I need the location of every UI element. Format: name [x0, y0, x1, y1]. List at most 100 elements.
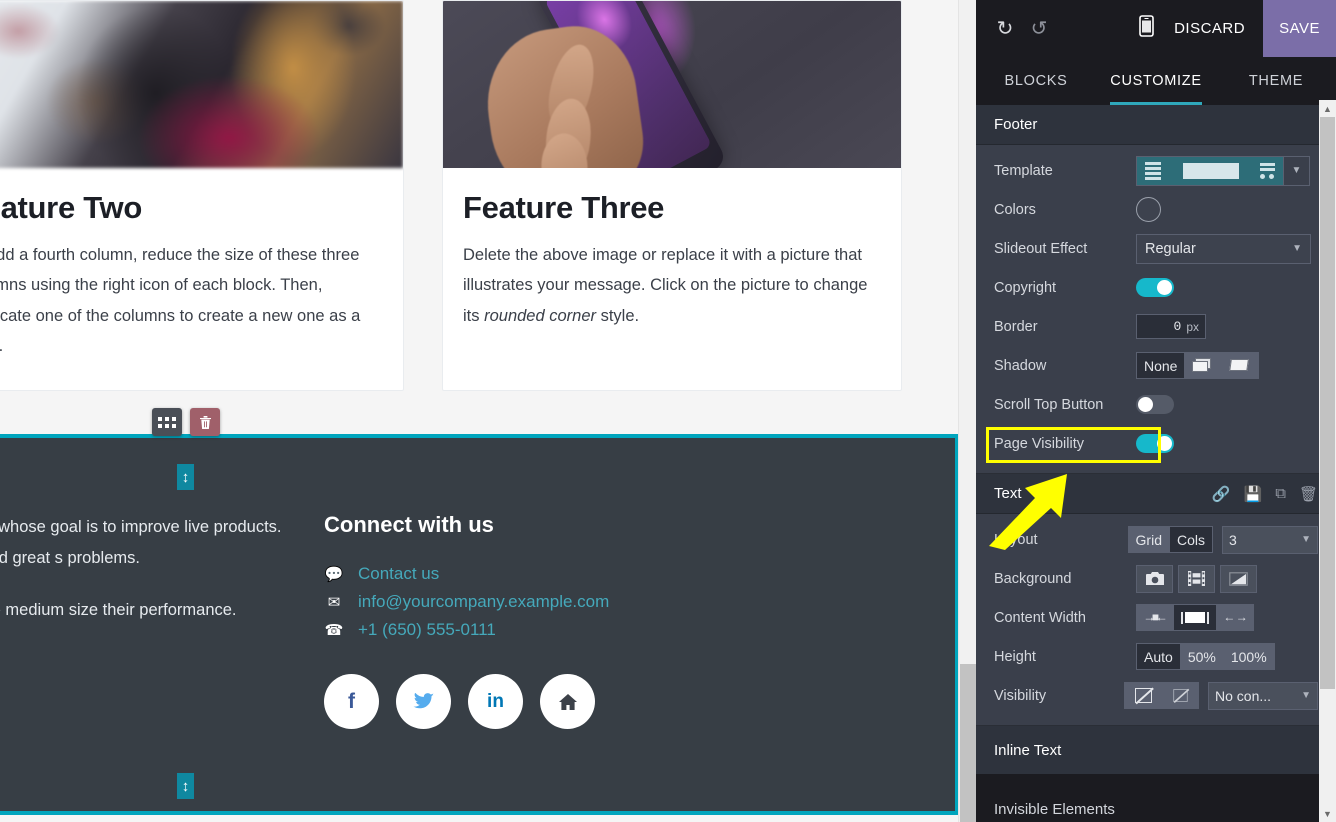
layout-template-preview[interactable]	[1136, 155, 1284, 186]
footer-connect-heading: Connect with us	[324, 512, 494, 537]
template-lines-glyph	[1145, 161, 1161, 180]
vertical-resize-handle[interactable]: ↕	[177, 773, 194, 799]
page-visibility-toggle[interactable]	[1136, 434, 1174, 453]
gradient-icon[interactable]	[1220, 564, 1257, 593]
footer-connect-column[interactable]: Connect with us 💬 Contact us ✉ info@your…	[324, 512, 654, 729]
shadow-lifted-icon[interactable]	[1221, 352, 1260, 379]
save-button[interactable]: SAVE	[1263, 0, 1336, 57]
shadow-lifted-glyph	[1228, 358, 1252, 373]
height-option-50[interactable]: 50%	[1179, 643, 1224, 670]
footer-section-header[interactable]: Footer	[976, 105, 1336, 145]
twitter-icon[interactable]	[396, 674, 451, 729]
vertical-resize-handle[interactable]: ↕	[177, 464, 194, 490]
inline-text-section-header[interactable]: Inline Text	[976, 726, 1336, 774]
footer-link-phone[interactable]: ☎ +1 (650) 555-0111	[324, 620, 654, 640]
row-slideout-effect: Slideout Effect Regular ▼	[976, 229, 1336, 268]
width-narrow-icon[interactable]: →■←	[1136, 604, 1174, 631]
template-dropdown-caret[interactable]: ▼	[1284, 155, 1310, 186]
row-page-visibility: Page Visibility	[976, 424, 1336, 463]
scroll-down-arrow-icon[interactable]: ▼	[1319, 805, 1336, 822]
row-height: Height Auto 50% 100%	[976, 637, 1336, 676]
layout-column-count-value: 3	[1229, 531, 1237, 548]
copyright-toggle[interactable]	[1136, 278, 1174, 297]
width-full-icon[interactable]: ← →	[1216, 604, 1254, 631]
height-option-100[interactable]: 100%	[1222, 643, 1275, 670]
footer-link-email-label[interactable]: info@yourcompany.example.com	[358, 592, 609, 612]
phone-icon: ☎	[324, 622, 344, 639]
invisible-elements-section-header[interactable]: Invisible Elements	[976, 774, 1336, 822]
border-label: Border	[994, 318, 1038, 335]
footer-link-phone-label[interactable]: +1 (650) 555-0111	[358, 620, 496, 640]
grid-options-icon[interactable]	[152, 408, 182, 436]
footer-link-email[interactable]: ✉ info@yourcompany.example.com	[324, 592, 654, 612]
layout-label: Layout	[994, 531, 1038, 548]
border-input[interactable]: 0 px	[1136, 314, 1206, 339]
discard-button[interactable]: DISCARD	[1168, 20, 1263, 37]
layout-column-count-select[interactable]: 3 ▼	[1222, 525, 1318, 554]
tab-theme[interactable]: THEME	[1216, 57, 1336, 105]
camera-icon[interactable]	[1136, 564, 1173, 593]
editor-panel[interactable]: ↻ ↺ DISCARD SAVE BLOCKS CUSTOMIZE THEME …	[976, 0, 1336, 822]
row-content-width: Content Width →■← ← →	[976, 598, 1336, 637]
redo-icon[interactable]: ↺	[1022, 12, 1056, 46]
website-preview-canvas[interactable]: Feature Two To add a fourth column, redu…	[0, 0, 976, 822]
panel-scrollbar-thumb[interactable]	[1320, 117, 1335, 689]
mobile-phone-icon[interactable]	[1125, 14, 1168, 43]
width-boxed-glyph	[1181, 611, 1209, 624]
layout-segmented-control: Grid Cols	[1127, 526, 1213, 553]
duplicate-icon[interactable]: ⧉	[1275, 485, 1286, 503]
undo-icon[interactable]: ↻	[988, 12, 1022, 46]
browser-scrollbar-thumb[interactable]	[960, 664, 976, 822]
layout-option-grid[interactable]: Grid	[1127, 526, 1170, 553]
visibility-condition-select[interactable]: No con... ▼	[1208, 681, 1318, 710]
text-section-actions: 🔗 💾 ⧉ 🗑	[1212, 485, 1318, 503]
hand-holding-phone-photo[interactable]	[443, 1, 901, 168]
color-swatch[interactable]	[1136, 197, 1161, 222]
video-icon[interactable]	[1178, 564, 1215, 593]
shadow-option-none[interactable]: None	[1136, 352, 1186, 379]
height-option-auto[interactable]: Auto	[1136, 643, 1181, 670]
tab-blocks[interactable]: BLOCKS	[976, 57, 1096, 105]
panel-vertical-scrollbar[interactable]: ▲ ▼	[1319, 100, 1336, 822]
slideout-effect-value: Regular	[1145, 240, 1196, 257]
text-section-header[interactable]: Text 🔗 💾 ⧉ 🗑	[976, 474, 1336, 514]
delete-block-icon[interactable]	[190, 408, 220, 436]
feature-two-column[interactable]: Feature Two To add a fourth column, redu…	[0, 0, 404, 391]
text-section-title: Text	[994, 485, 1022, 502]
width-boxed-icon[interactable]	[1173, 604, 1217, 631]
browser-vertical-scrollbar[interactable]	[958, 0, 976, 822]
scroll-up-arrow-icon[interactable]: ▲	[1319, 100, 1336, 117]
footer-link-contact-label[interactable]: Contact us	[358, 564, 439, 584]
footer-social-links: f in	[324, 674, 654, 729]
slideout-effect-select[interactable]: Regular ▼	[1136, 233, 1311, 264]
save-icon[interactable]: 💾	[1244, 485, 1263, 503]
chevron-down-icon: ▼	[1292, 243, 1302, 254]
tab-customize[interactable]: CUSTOMIZE	[1096, 57, 1216, 105]
hide-mobile-icon[interactable]	[1161, 682, 1199, 709]
footer-block-preview[interactable]: ↕ people whose goal is to improve live p…	[0, 434, 958, 815]
hide-desktop-icon[interactable]	[1124, 682, 1162, 709]
facebook-icon[interactable]: f	[324, 674, 379, 729]
scroll-top-button-label: Scroll Top Button	[994, 396, 1104, 413]
feature-three-heading: Feature Three	[463, 190, 665, 225]
shadow-offset-icon[interactable]	[1184, 352, 1223, 379]
row-colors: Colors	[976, 190, 1336, 229]
row-background: Background	[976, 559, 1336, 598]
clothing-rack-photo[interactable]	[0, 1, 403, 168]
block-toolbar[interactable]	[152, 408, 220, 436]
visibility-segmented-control	[1124, 682, 1199, 709]
home-icon[interactable]	[540, 674, 595, 729]
content-width-label: Content Width	[994, 609, 1086, 626]
footer-about-column[interactable]: people whose goal is to improve live pro…	[0, 512, 324, 729]
layout-option-cols[interactable]: Cols	[1168, 526, 1213, 553]
footer-link-contact[interactable]: 💬 Contact us	[324, 564, 654, 584]
grid-dots-glyph	[158, 416, 176, 428]
vertical-resize-arrow-glyph: ↕	[181, 777, 190, 795]
scroll-top-button-toggle[interactable]	[1136, 395, 1174, 414]
feature-two-body: To add a fourth column, reduce the size …	[0, 245, 361, 356]
hide-desktop-glyph	[1134, 688, 1152, 703]
link-icon[interactable]: 🔗	[1212, 485, 1231, 503]
feature-three-column[interactable]: Feature Three Delete the above image or …	[442, 0, 902, 391]
trash-icon[interactable]: 🗑	[1299, 485, 1318, 503]
linkedin-icon[interactable]: in	[468, 674, 523, 729]
